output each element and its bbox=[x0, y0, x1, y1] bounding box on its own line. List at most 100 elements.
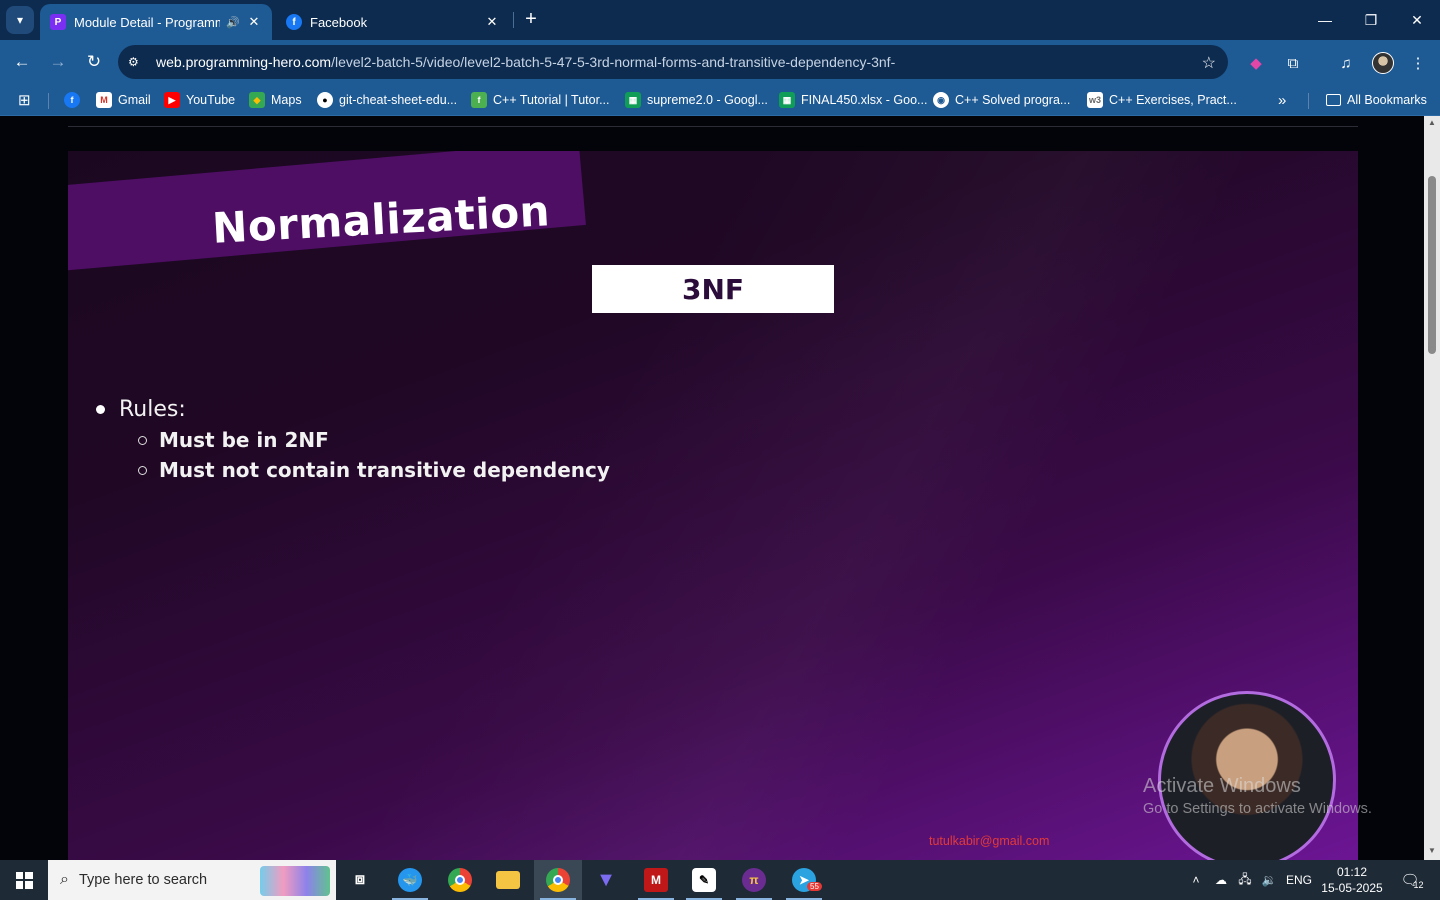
url-text[interactable]: web.programming-hero.com/level2-batch-5/… bbox=[156, 54, 895, 70]
rule-item: Must be in 2NF bbox=[138, 428, 610, 452]
rules-heading: Rules: bbox=[96, 397, 610, 422]
reload-button[interactable]: ↻ bbox=[82, 50, 106, 74]
bullet-icon bbox=[96, 405, 105, 414]
clock-date: 15-05-2025 bbox=[1321, 881, 1383, 895]
browser-toolbar: ← → ↻ ⚙ web.programming-hero.com/level2-… bbox=[0, 40, 1440, 84]
youtube-icon: ▶ bbox=[164, 92, 180, 108]
tab-facebook[interactable]: f Facebook ✕ bbox=[276, 4, 510, 40]
facebook-icon: f bbox=[64, 92, 80, 108]
windows-taskbar: ⌕ Type here to search ⧈ 🐳 ▼ M ✎ π ➤ 55 ˄… bbox=[0, 860, 1440, 900]
bookmarks-overflow-button[interactable]: » bbox=[1278, 91, 1286, 109]
close-window-button[interactable]: ✕ bbox=[1394, 0, 1440, 40]
tab-search-button[interactable]: ▾ bbox=[6, 6, 34, 34]
file-explorer-icon[interactable] bbox=[484, 860, 532, 900]
github-icon: ● bbox=[317, 92, 333, 108]
start-button[interactable] bbox=[0, 860, 48, 900]
menu-icon[interactable]: ⋮ bbox=[1407, 52, 1429, 74]
scroll-up-icon[interactable]: ▲ bbox=[1427, 118, 1437, 127]
back-button[interactable]: ← bbox=[10, 50, 34, 74]
video-player[interactable]: Normalization 3NF Rules: Must be in 2NF … bbox=[68, 151, 1358, 860]
folder-icon bbox=[1326, 94, 1341, 106]
network-icon[interactable]: 🖧 bbox=[1234, 860, 1256, 900]
close-tab-icon[interactable]: ✕ bbox=[246, 14, 262, 30]
notification-center-icon[interactable]: 🗨 12 bbox=[1394, 860, 1430, 900]
activate-windows-watermark: Activate Windows bbox=[1143, 775, 1301, 797]
bookmark-divider bbox=[48, 93, 49, 109]
email-watermark: tutulkabir@gmail.com bbox=[929, 834, 1050, 848]
notification-count: 12 bbox=[1413, 880, 1424, 890]
maps-icon: ◆ bbox=[249, 92, 265, 108]
pi-network-icon[interactable]: π bbox=[730, 860, 778, 900]
tab-title: Facebook bbox=[310, 14, 368, 30]
tray-overflow-icon[interactable]: ˄ bbox=[1186, 860, 1206, 900]
apps-grid-icon[interactable]: ⊞ bbox=[18, 91, 31, 109]
chrome-icon[interactable] bbox=[436, 860, 484, 900]
profile-avatar[interactable] bbox=[1372, 52, 1394, 74]
tab-title: Module Detail - Programmi bbox=[74, 14, 221, 30]
language-indicator[interactable]: ENG bbox=[1284, 860, 1314, 900]
programming-hero-icon: P bbox=[50, 14, 66, 30]
telegram-icon[interactable]: ➤ 55 bbox=[780, 860, 828, 900]
mcafee-icon[interactable]: M bbox=[632, 860, 680, 900]
extension-icon[interactable]: ◆ bbox=[1245, 52, 1267, 74]
inkscape-icon[interactable]: ✎ bbox=[680, 860, 728, 900]
restore-button[interactable]: ❐ bbox=[1348, 0, 1394, 40]
search-icon: ⌕ bbox=[60, 871, 69, 888]
media-control-icon[interactable]: ♫ bbox=[1335, 52, 1357, 74]
cloud-offline-icon[interactable]: ☁ bbox=[1210, 860, 1232, 900]
bookmark-maps[interactable]: ◆ Maps bbox=[249, 91, 302, 109]
volume-icon[interactable]: 🔉 bbox=[1258, 860, 1280, 900]
bookmark-star-icon[interactable]: ☆ bbox=[1202, 53, 1216, 73]
bookmark-cpp-exercises[interactable]: w3 C++ Exercises, Pract... bbox=[1087, 91, 1237, 109]
activate-windows-subtext: Go to Settings to activate Windows. bbox=[1143, 801, 1372, 817]
gmail-icon: M bbox=[96, 92, 112, 108]
rule-item: Must not contain transitive dependency bbox=[138, 458, 610, 482]
chrome-profile-icon[interactable] bbox=[534, 860, 582, 900]
address-bar[interactable]: ⚙ web.programming-hero.com/level2-batch-… bbox=[118, 45, 1228, 79]
tab-module-detail[interactable]: P Module Detail - Programmi 🔊 ✕ bbox=[40, 4, 272, 40]
bookmark-supreme[interactable]: ▦ supreme2.0 - Googl... bbox=[625, 91, 768, 109]
docker-icon[interactable]: 🐳 bbox=[386, 860, 434, 900]
system-clock[interactable]: 01:12 15-05-2025 bbox=[1318, 864, 1386, 896]
sub-bullet-icon bbox=[138, 435, 147, 445]
bookmark-cpp-tutorial[interactable]: f C++ Tutorial | Tutor... bbox=[471, 91, 610, 109]
page-content: Normalization 3NF Rules: Must be in 2NF … bbox=[0, 116, 1424, 860]
task-view-icon[interactable]: ⧈ bbox=[336, 860, 384, 900]
all-bookmarks-button[interactable]: All Bookmarks bbox=[1326, 91, 1427, 109]
sub-bullet-icon bbox=[138, 465, 147, 475]
vpn-icon[interactable]: ▼ bbox=[582, 860, 630, 900]
tab-strip: ▾ P Module Detail - Programmi 🔊 ✕ f Face… bbox=[0, 0, 1440, 40]
bookmark-github[interactable]: ● git-cheat-sheet-edu... bbox=[317, 91, 457, 109]
sheets-icon: ▦ bbox=[625, 92, 641, 108]
tutorial-icon: f bbox=[471, 92, 487, 108]
new-tab-button[interactable]: + bbox=[520, 8, 542, 30]
forward-button[interactable]: → bbox=[46, 50, 70, 74]
bookmark-gmail[interactable]: M Gmail bbox=[96, 91, 151, 109]
scroll-thumb[interactable] bbox=[1428, 176, 1436, 354]
bookmark-divider bbox=[1308, 93, 1309, 109]
search-placeholder: Type here to search bbox=[78, 872, 208, 888]
site-info-icon[interactable]: ⚙ bbox=[128, 55, 148, 69]
page-scrollbar[interactable]: ▲ ▼ bbox=[1424, 116, 1440, 860]
minimize-button[interactable]: — bbox=[1302, 0, 1348, 40]
facebook-icon: f bbox=[286, 14, 302, 30]
sheets-icon: ▦ bbox=[779, 92, 795, 108]
puzzle-icon[interactable]: ⧉ bbox=[1282, 52, 1304, 74]
close-tab-icon[interactable]: ✕ bbox=[484, 14, 500, 30]
divider bbox=[68, 126, 1358, 127]
bookmark-final450[interactable]: ▦ FINAL450.xlsx - Goo... bbox=[779, 91, 927, 109]
taskbar-search[interactable]: ⌕ Type here to search bbox=[48, 860, 336, 900]
bookmarks-bar: ⊞ f M Gmail ▶ YouTube ◆ Maps ● git-cheat-she… bbox=[0, 84, 1440, 116]
slide-badge: 3NF bbox=[592, 265, 834, 313]
bookmark-cpp-solved[interactable]: ◉ C++ Solved progra... bbox=[933, 91, 1070, 109]
rules-list: Rules: Must be in 2NF Must not contain t… bbox=[96, 397, 610, 482]
telegram-badge: 55 bbox=[807, 882, 822, 891]
scroll-down-icon[interactable]: ▼ bbox=[1427, 846, 1437, 855]
speaker-icon[interactable]: 🔊 bbox=[226, 16, 240, 29]
bookmark-facebook[interactable]: f bbox=[64, 91, 86, 109]
w3r-icon: w3 bbox=[1087, 92, 1103, 108]
globe-icon: ◉ bbox=[933, 92, 949, 108]
search-highlight-art bbox=[260, 866, 330, 896]
windows-logo-icon bbox=[15, 871, 33, 889]
bookmark-youtube[interactable]: ▶ YouTube bbox=[164, 91, 235, 109]
